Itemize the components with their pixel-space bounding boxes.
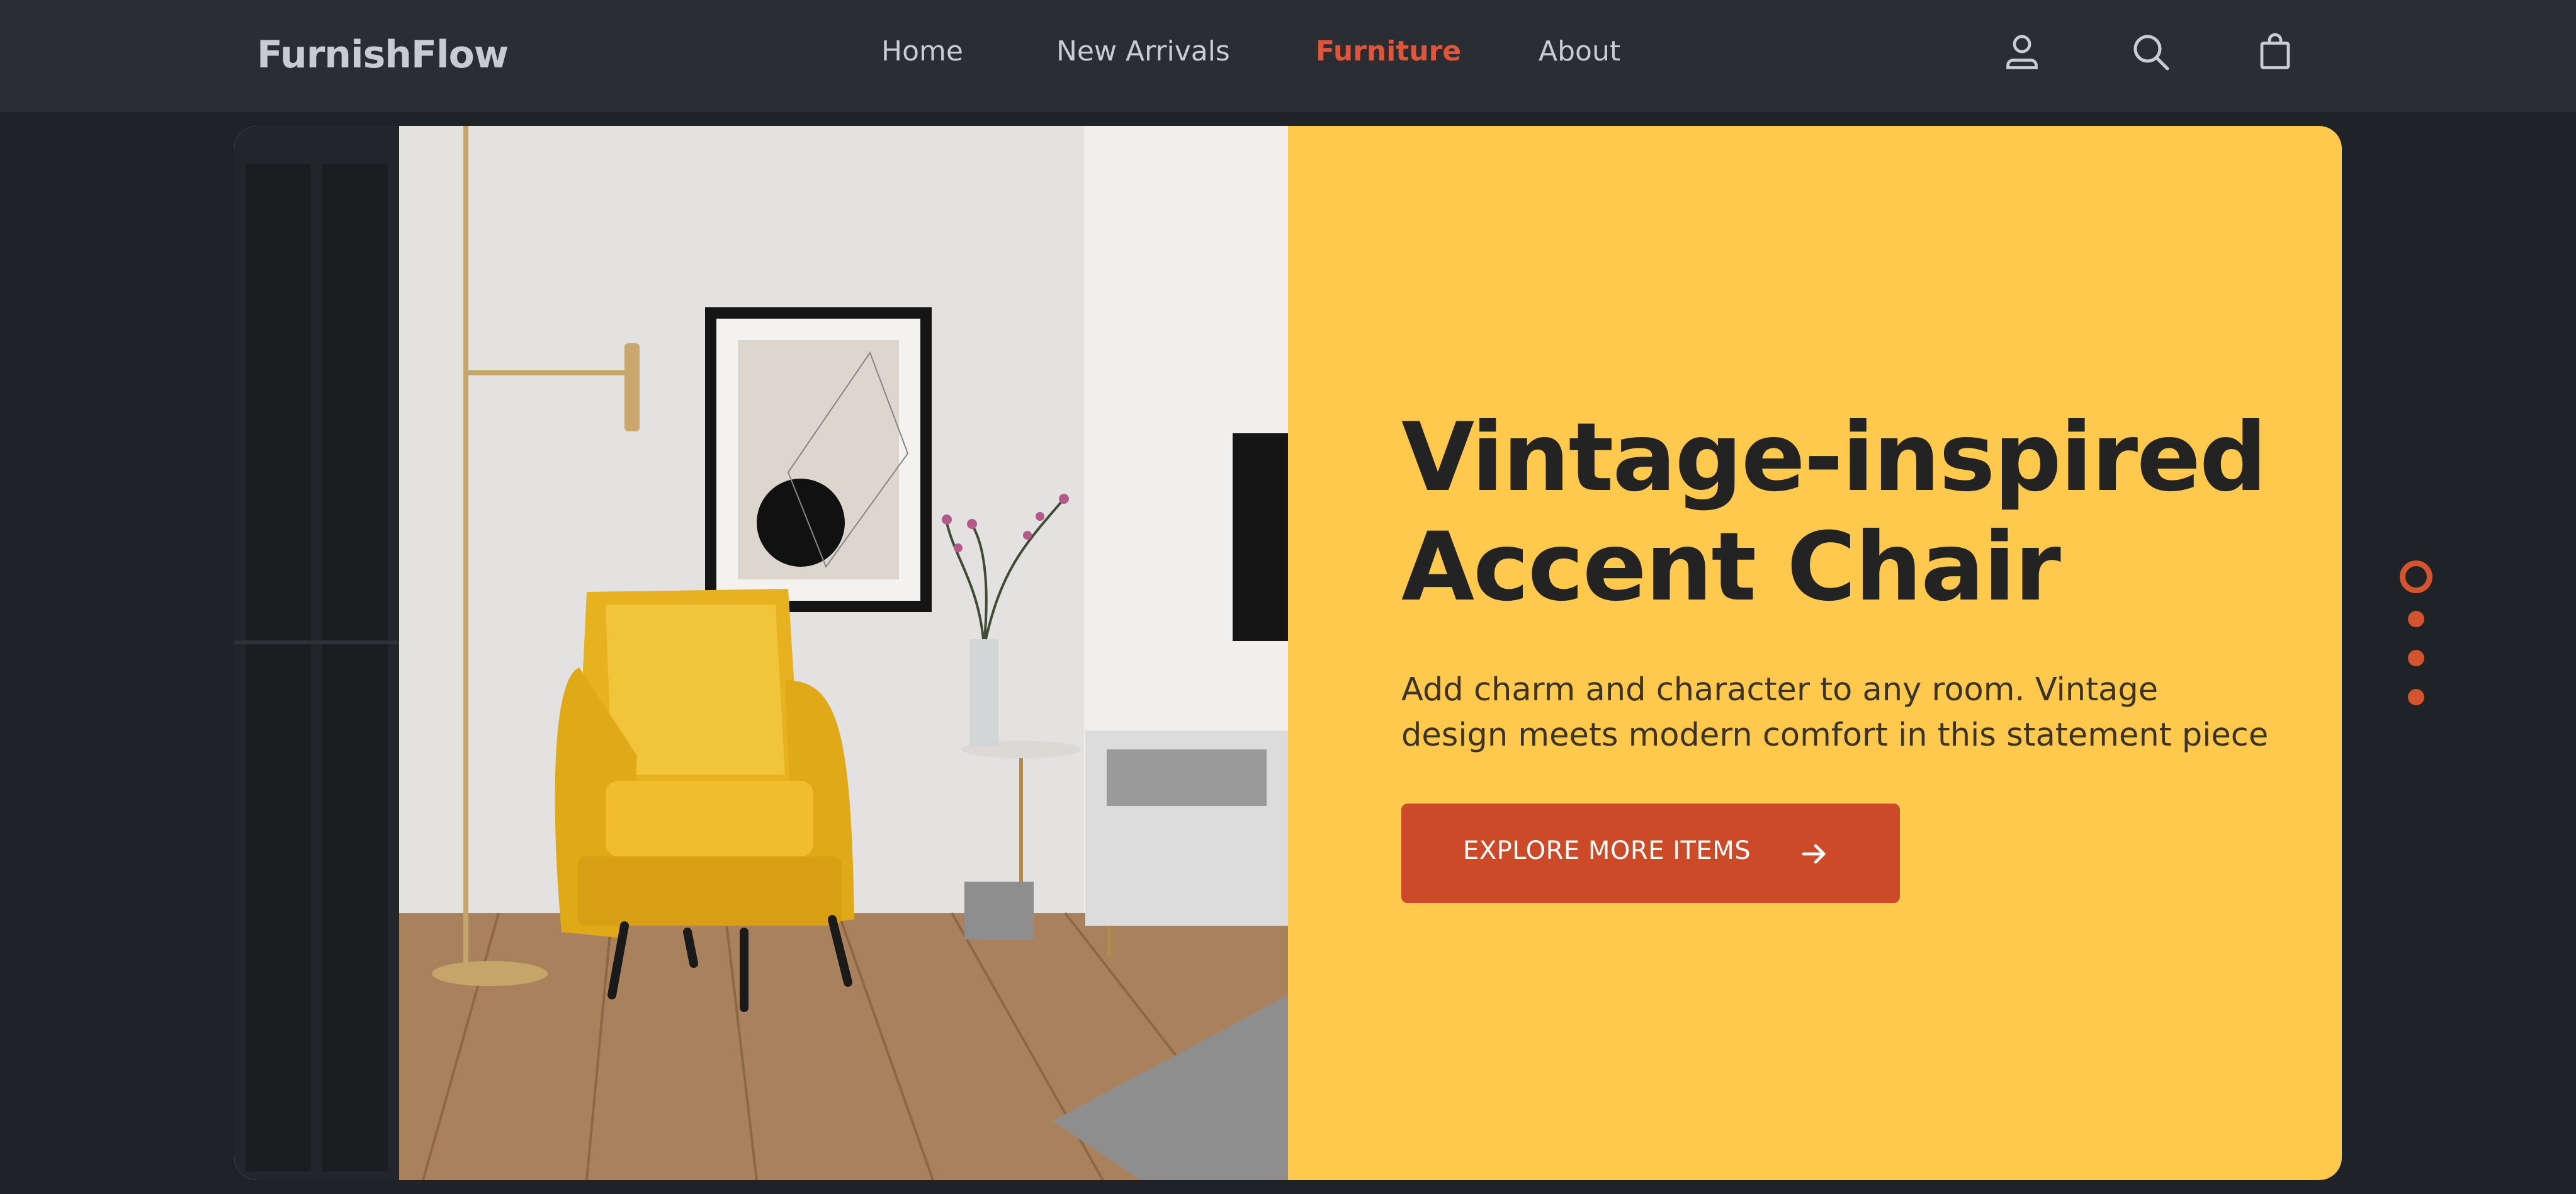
hero-banner: Vintage-inspired Accent Chair Add charm … <box>234 126 2342 1180</box>
nav-link-new-arrivals[interactable]: New Arrivals <box>1056 35 1230 67</box>
nav-link-furniture[interactable]: Furniture <box>1316 35 1461 67</box>
arrow-right-icon <box>1802 844 1826 864</box>
carousel-dot-2[interactable] <box>2408 611 2424 627</box>
shopping-bag-icon[interactable] <box>2252 29 2298 74</box>
carousel-dot-4[interactable] <box>2408 689 2424 705</box>
explore-more-label: EXPLORE MORE ITEMS <box>1463 836 1751 865</box>
brand-logo[interactable]: FurnishFlow <box>257 33 509 77</box>
hero-title: Vintage-inspired Accent Chair <box>1401 403 2314 622</box>
nav-link-about[interactable]: About <box>1539 35 1620 67</box>
carousel-dot-1-active[interactable] <box>2400 560 2432 593</box>
hero-description: Add charm and character to any room. Vin… <box>1401 671 2269 754</box>
search-icon[interactable] <box>2128 29 2173 74</box>
top-navbar: FurnishFlow Home New Arrivals Furniture … <box>0 0 2576 112</box>
nav-link-home[interactable]: Home <box>881 35 963 67</box>
carousel-dot-3[interactable] <box>2408 650 2424 666</box>
hero-title-line-2: Accent Chair <box>1401 513 2061 622</box>
hero-product-image <box>234 126 1288 1180</box>
hero-title-line-1: Vintage-inspired <box>1401 403 2267 513</box>
user-icon[interactable] <box>1999 29 2045 74</box>
explore-more-button[interactable]: EXPLORE MORE ITEMS <box>1401 804 1900 903</box>
